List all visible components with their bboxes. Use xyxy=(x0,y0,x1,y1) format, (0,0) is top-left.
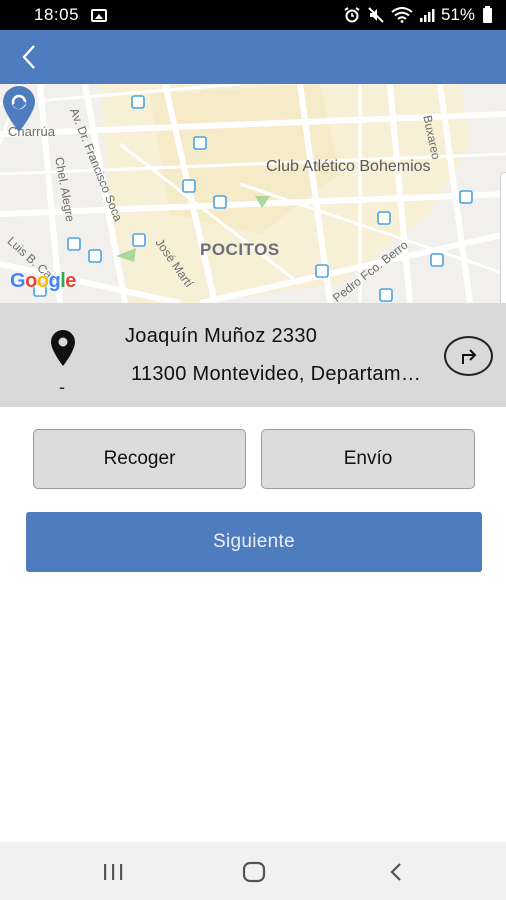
nav-back-button[interactable] xyxy=(376,856,416,888)
delivery-button[interactable]: Envío xyxy=(261,429,475,489)
app-bar xyxy=(0,30,506,84)
directions-button[interactable] xyxy=(444,336,493,376)
next-button[interactable]: Siguiente xyxy=(26,512,482,572)
back-button[interactable] xyxy=(10,38,48,76)
wifi-icon xyxy=(391,7,413,23)
screen: 18:05 51% Charrúa Av. Dr. Francisco Soca… xyxy=(0,0,506,900)
alarm-icon xyxy=(344,7,360,23)
address-line-1: Joaquín Muñoz 2330 xyxy=(125,325,318,347)
status-time: 18:05 xyxy=(34,5,80,24)
map-view[interactable]: Charrúa Av. Dr. Francisco Soca Chel. Ale… xyxy=(0,84,506,303)
status-icons: 51% xyxy=(343,5,492,25)
chevron-left-icon xyxy=(22,45,35,69)
navigation-bar xyxy=(0,842,506,900)
address-line-2: 11300 Montevideo, Departamento de Montev… xyxy=(131,363,431,385)
gallery-icon xyxy=(91,8,108,22)
home-button[interactable] xyxy=(234,856,274,888)
recents-button[interactable] xyxy=(93,856,133,888)
home-icon xyxy=(242,861,266,883)
pickup-button[interactable]: Recoger xyxy=(33,429,246,489)
battery-percent: 51% xyxy=(440,5,475,24)
address-panel: - Joaquín Muñoz 2330 11300 Montevideo, D… xyxy=(0,303,506,407)
battery-icon xyxy=(483,5,492,23)
recents-icon xyxy=(104,864,123,880)
back-icon xyxy=(390,863,401,881)
mute-icon xyxy=(368,7,384,23)
map-poi-label: Club Atlético Bohemios xyxy=(266,158,431,175)
location-pin-icon xyxy=(51,330,75,366)
signal-icon xyxy=(419,9,435,22)
map-location-pin-icon xyxy=(3,86,35,132)
directions-arrow-icon xyxy=(461,349,476,364)
distance-text: - xyxy=(59,377,65,397)
map-area-label: POCITOS xyxy=(200,240,280,259)
status-bar: 18:05 51% xyxy=(0,0,506,30)
google-logo: Google xyxy=(10,270,76,292)
